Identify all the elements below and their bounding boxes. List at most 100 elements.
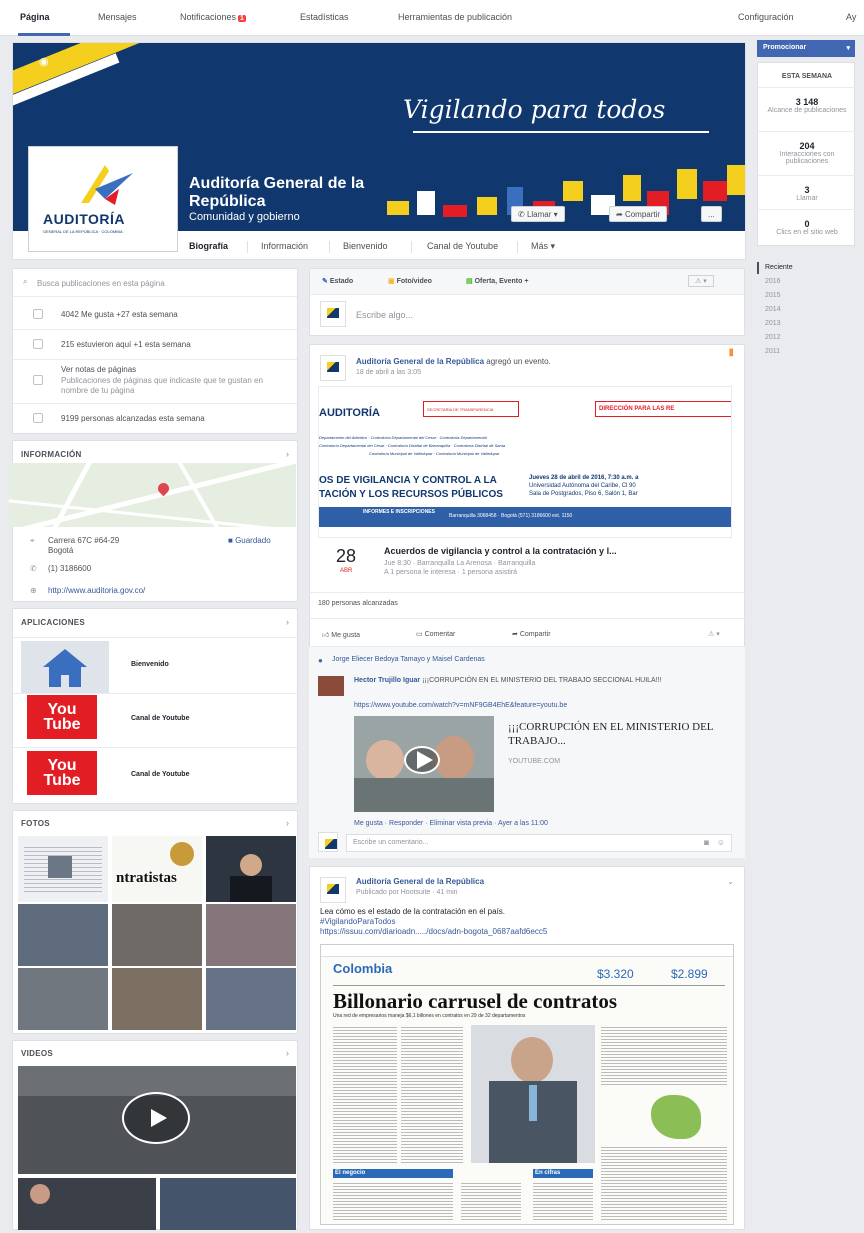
post-link[interactable]: https://issuu.com/diarioadn...../docs/ad…	[320, 927, 547, 936]
tab-mensajes[interactable]: Mensajes	[98, 12, 137, 22]
article-image[interactable]: Colombia $3.320 $2.899 Billonario carrus…	[320, 944, 734, 1225]
play-icon[interactable]	[404, 746, 440, 774]
composer-offer-tab[interactable]: ▤ Oferta, Evento +	[466, 277, 528, 285]
photo-6[interactable]	[206, 904, 296, 966]
photo-9[interactable]	[206, 968, 296, 1030]
share-post-button[interactable]: ➦ Compartir	[512, 630, 551, 638]
stat-website-clicks[interactable]: 0 Clics en el sitio web	[758, 219, 856, 236]
comment-button[interactable]: ▭ Comentar	[416, 630, 455, 638]
camera-icon[interactable]: ◙	[704, 838, 709, 847]
comment-actions[interactable]: Me gusta · Responder · Eliminar vista pr…	[354, 820, 548, 827]
page-category[interactable]: Comunidad y gobierno	[189, 211, 300, 223]
stat-engagement[interactable]: 204 Interacciones con publicaciones	[758, 141, 856, 165]
apps-title[interactable]: APLICACIONES	[21, 618, 85, 627]
post-reach[interactable]: 180 personas alcanzadas	[318, 600, 398, 607]
chevron-right-icon[interactable]: ›	[286, 617, 289, 627]
photo-4[interactable]	[18, 904, 108, 966]
timeline-2016[interactable]: 2016	[765, 278, 781, 285]
timeline-2015[interactable]: 2015	[765, 292, 781, 299]
call-button[interactable]: ✆ Llamar ▾	[511, 206, 565, 222]
stat-likes[interactable]: 4042 Me gusta +27 esta semana	[61, 310, 178, 319]
stat-reach-week[interactable]: 9199 personas alcanzadas esta semana	[61, 414, 205, 423]
composer-input[interactable]: Escribe algo...	[356, 310, 413, 320]
comment-author[interactable]: Hector Trujillo Iguar	[354, 677, 420, 684]
avatar[interactable]	[320, 355, 346, 381]
location-map[interactable]	[8, 463, 296, 527]
event-title[interactable]: Acuerdos de vigilancia y control a la co…	[384, 546, 617, 556]
youtube-icon[interactable]: You Tube	[27, 751, 97, 795]
comment-input-box[interactable]: Escribe un comentario... ◙ ☺	[346, 834, 732, 852]
saved-button[interactable]: ■ Guardado	[228, 536, 271, 545]
timeline-2011[interactable]: 2011	[765, 348, 780, 355]
app-youtube-1[interactable]: Canal de Youtube	[131, 715, 189, 722]
post-hashtag[interactable]: #VigilandoParaTodos	[320, 917, 395, 926]
stat-reach[interactable]: 3 148 Alcance de publicaciones	[758, 97, 856, 114]
photo-5[interactable]	[112, 904, 202, 966]
app-bienvenido[interactable]: Bienvenido	[131, 661, 169, 668]
video-1[interactable]	[18, 1066, 296, 1174]
tab-canal-youtube[interactable]: Canal de Youtube	[427, 241, 498, 251]
photo-2[interactable]: ntratistas	[112, 836, 202, 902]
timeline-2012[interactable]: 2012	[765, 334, 781, 341]
photo-3[interactable]	[206, 836, 296, 902]
stat-calls[interactable]: 3 Llamar	[758, 185, 856, 202]
emoji-icon[interactable]: ☺	[717, 838, 725, 847]
videos-title[interactable]: VIDEOS	[21, 1049, 53, 1058]
post-meta[interactable]: Publicado por Hootsuite · 41 min	[356, 889, 458, 896]
app-youtube-2[interactable]: Canal de Youtube	[131, 771, 189, 778]
composer-photo-tab[interactable]: ▣ Foto/video	[388, 277, 432, 285]
photo-8[interactable]	[112, 968, 202, 1030]
timeline-reciente[interactable]: Reciente	[765, 264, 793, 271]
avatar[interactable]	[320, 877, 346, 903]
link-preview-thumb[interactable]	[354, 716, 494, 812]
timeline-2014[interactable]: 2014	[765, 306, 781, 313]
tab-bienvenido[interactable]: Bienvenido	[343, 241, 388, 251]
more-options-button[interactable]: ...	[701, 206, 722, 222]
composer-status-tab[interactable]: ✎ Estado	[322, 277, 353, 285]
page-search[interactable]: ⌕ Busca publicaciones en esta página	[13, 269, 297, 297]
like-button[interactable]: 👍︎ Me gusta	[322, 630, 360, 639]
tab-notificaciones[interactable]: Notificaciones 1	[180, 12, 246, 22]
chevron-right-icon[interactable]: ›	[286, 449, 289, 459]
comment-link[interactable]: https://www.youtube.com/watch?v=mNF9GB4E…	[354, 702, 567, 709]
search-input[interactable]: Busca publicaciones en esta página	[37, 279, 165, 288]
tab-configuracion[interactable]: Configuración	[738, 12, 794, 22]
post-time[interactable]: 18 de abril a las 3:05	[356, 369, 421, 376]
avatar[interactable]	[318, 676, 344, 696]
video-2[interactable]	[18, 1178, 156, 1230]
youtube-icon[interactable]: You Tube	[27, 695, 97, 739]
tab-ayuda[interactable]: Ay	[846, 12, 856, 22]
post-options-icon[interactable]: ⚠ ▾	[708, 630, 720, 638]
stat-checkins[interactable]: 215 estuvieron aquí +1 esta semana	[61, 340, 191, 349]
timeline-2013[interactable]: 2013	[765, 320, 781, 327]
app-bienvenido-thumb[interactable]	[21, 641, 109, 693]
link-preview-title[interactable]: ¡¡¡CORRUPCIÓN EN EL MINISTERIO DEL TRABA…	[508, 720, 718, 748]
promote-bar[interactable]: Promocionar ▾	[757, 40, 855, 57]
play-icon[interactable]	[122, 1092, 190, 1144]
photo-1[interactable]	[18, 836, 108, 902]
tab-pagina[interactable]: Página	[20, 12, 50, 22]
chevron-right-icon[interactable]: ›	[286, 1048, 289, 1058]
video-3[interactable]	[160, 1178, 296, 1230]
post-author[interactable]: Auditoría General de la República	[356, 357, 484, 366]
tab-mas[interactable]: Más ▾	[531, 241, 555, 252]
info-title[interactable]: INFORMACIÓN	[21, 450, 82, 459]
tab-estadisticas[interactable]: Estadísticas	[300, 12, 349, 22]
phone-number[interactable]: (1) 3186600	[48, 564, 91, 573]
chevron-down-icon[interactable]: ⌄	[727, 877, 734, 886]
post-author[interactable]: Auditoría General de la República	[356, 877, 484, 886]
photo-7[interactable]	[18, 968, 108, 1030]
stat-page-notes[interactable]: Ver notas de páginas	[61, 365, 136, 374]
comment-input[interactable]: Escribe un comentario...	[353, 839, 428, 846]
photos-title[interactable]: FOTOS	[21, 819, 50, 828]
tab-herramientas[interactable]: Herramientas de publicación	[398, 12, 512, 22]
bookmark-icon[interactable]: ▮	[728, 347, 734, 358]
tab-biografia[interactable]: Biografía	[189, 241, 228, 251]
likers-list[interactable]: Jorge Eliecer Bedoya Tamayo y Maisel Car…	[332, 656, 485, 663]
camera-icon[interactable]: ◉	[39, 55, 49, 68]
audience-selector[interactable]: ⚠ ▾	[688, 275, 714, 287]
chevron-right-icon[interactable]: ›	[286, 818, 289, 828]
tab-informacion[interactable]: Información	[261, 241, 308, 251]
website-link[interactable]: http://www.auditoria.gov.co/	[48, 586, 145, 595]
share-button[interactable]: ➦ Compartir	[609, 206, 668, 222]
